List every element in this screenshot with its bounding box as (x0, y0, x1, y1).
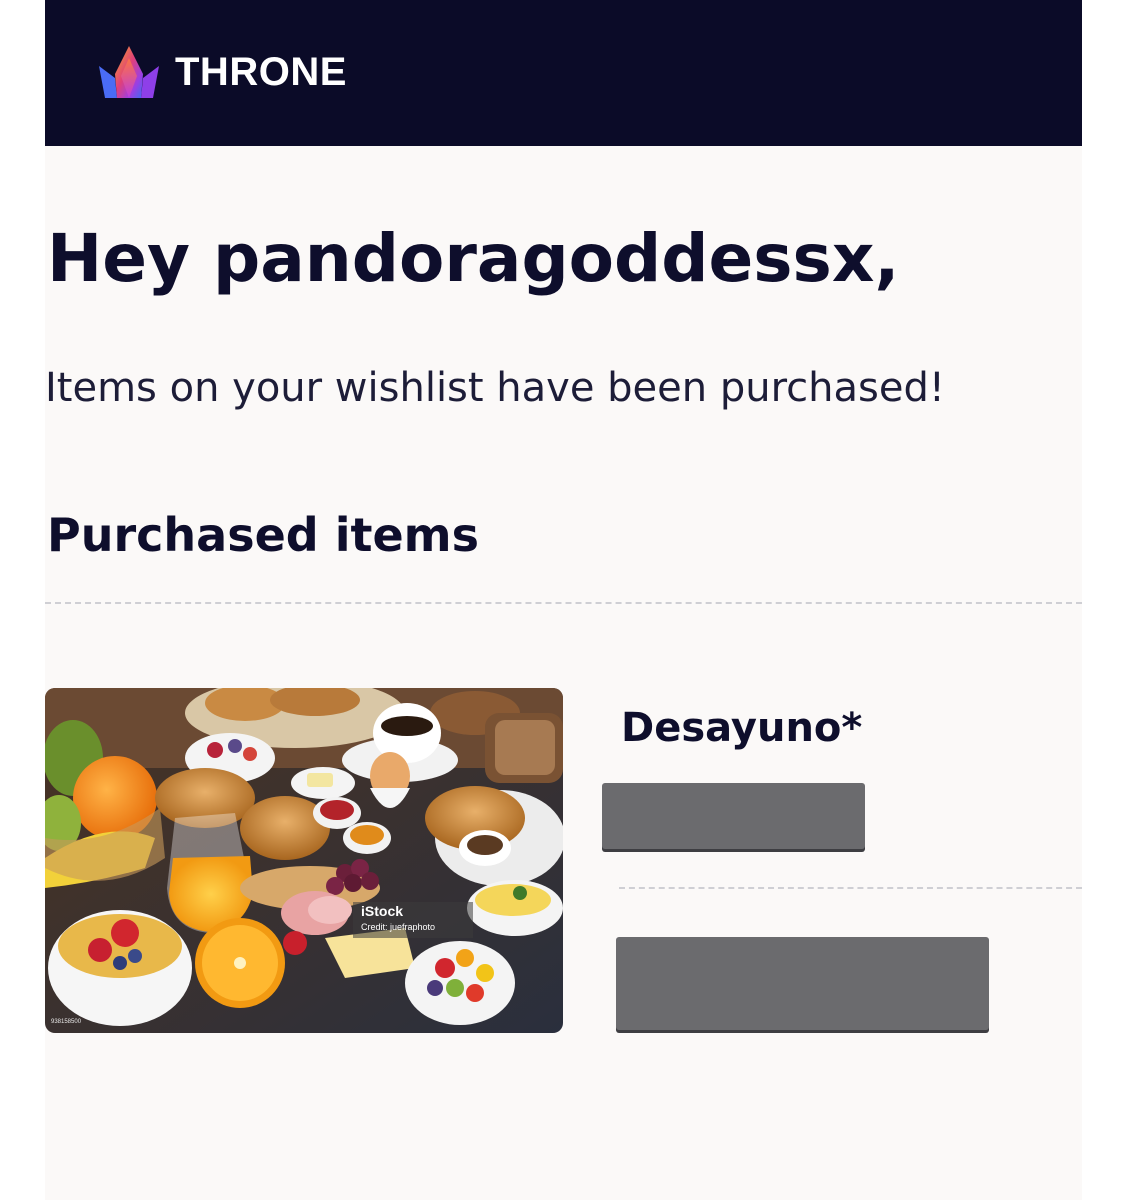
section-divider (45, 602, 1082, 604)
greeting-heading: Hey pandoragoddessx, (47, 220, 900, 297)
purchase-message: Items on your wishlist have been purchas… (45, 365, 945, 411)
stock-id: 938158500 (51, 1019, 82, 1025)
crown-icon (99, 46, 159, 98)
brand-name: THRONE (175, 50, 347, 94)
product-image[interactable]: iStock Credit: juefraphoto 938158500 (45, 688, 563, 1033)
breakfast-photo (45, 688, 563, 1033)
section-title-purchased-items: Purchased items (47, 508, 479, 562)
email-container: THRONE Hey pandoragoddessx, Items on you… (45, 0, 1082, 1200)
product-name[interactable]: Desayuno* (621, 700, 862, 756)
watermark-title: iStock (361, 903, 404, 919)
item-divider (619, 887, 1082, 889)
redacted-field (602, 783, 865, 849)
watermark-credit: Credit: juefraphoto (361, 922, 436, 932)
redacted-field (616, 937, 989, 1030)
email-header: THRONE (45, 0, 1082, 146)
